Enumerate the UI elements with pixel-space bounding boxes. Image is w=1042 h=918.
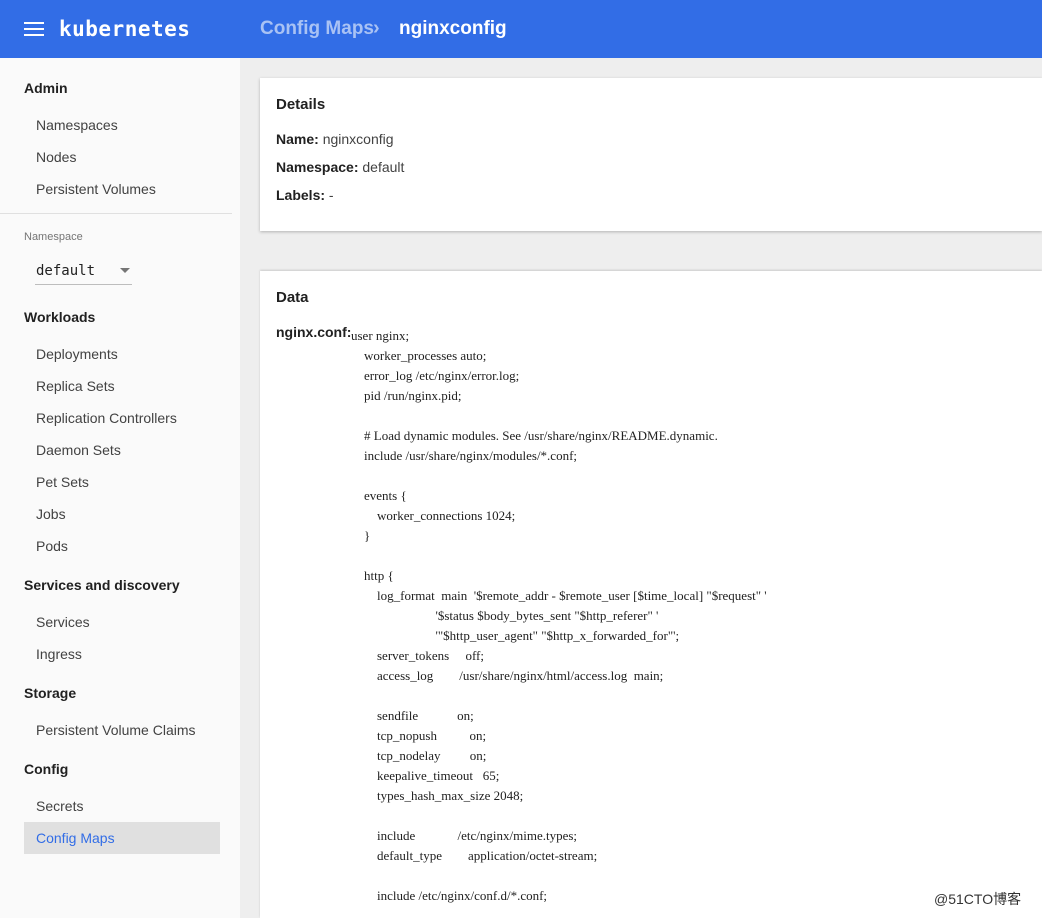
detail-labels-row: Labels: - [276, 187, 334, 203]
sidebar-item-jobs[interactable]: Jobs [24, 498, 220, 530]
sidebar-item-persistent-volumes[interactable]: Persistent Volumes [24, 173, 220, 205]
detail-namespace-label: Namespace: [276, 159, 359, 175]
detail-name-label: Name: [276, 131, 319, 147]
sidebar-item-namespaces[interactable]: Namespaces [24, 109, 220, 141]
sidebar-item-replica-sets[interactable]: Replica Sets [24, 370, 220, 402]
namespace-select[interactable]: default [35, 260, 132, 285]
sidebar-item-deployments[interactable]: Deployments [24, 338, 220, 370]
details-card: Details Name: nginxconfig Namespace: def… [260, 78, 1042, 231]
dropdown-caret-icon [120, 268, 130, 273]
details-card-title: Details [276, 96, 326, 113]
sidebar-item-ingress[interactable]: Ingress [24, 638, 220, 670]
sidebar-item-nodes[interactable]: Nodes [24, 141, 220, 173]
data-card-title: Data [276, 289, 309, 306]
sidebar-item-config-maps[interactable]: Config Maps [24, 822, 220, 854]
sidebar-item-pet-sets[interactable]: Pet Sets [24, 466, 220, 498]
sidebar-item-persistent-volume-claims[interactable]: Persistent Volume Claims [24, 714, 220, 746]
detail-name-row: Name: nginxconfig [276, 131, 394, 147]
top-app-bar: kubernetes Config Maps › nginxconfig [0, 0, 1042, 58]
watermark: @51CTO博客 [934, 891, 1022, 907]
data-card: Data nginx.conf: user nginx; worker_proc… [260, 271, 1042, 918]
hamburger-menu-icon[interactable] [24, 22, 44, 36]
sidebar-item-services[interactable]: Services [24, 606, 220, 638]
namespace-select-value: default [36, 263, 96, 279]
app-logo-text[interactable]: kubernetes [59, 17, 190, 41]
sidebar-item-secrets[interactable]: Secrets [24, 790, 220, 822]
detail-namespace-value: default [362, 159, 405, 175]
detail-name-value: nginxconfig [322, 131, 394, 147]
breadcrumb-current: nginxconfig [399, 18, 507, 39]
nav-group-services-and-discovery[interactable]: Services and discovery [24, 577, 180, 593]
detail-labels-label: Labels: [276, 187, 326, 203]
chevron-right-icon: › [373, 17, 380, 39]
detail-labels-value: - [328, 187, 334, 203]
sidebar-divider [0, 213, 232, 214]
nav-group-workloads[interactable]: Workloads [24, 309, 95, 325]
sidebar-item-replication-controllers[interactable]: Replication Controllers [24, 402, 220, 434]
breadcrumb-config-maps[interactable]: Config Maps [260, 18, 374, 40]
detail-namespace-row: Namespace: default [276, 159, 404, 175]
namespace-label: Namespace [24, 231, 83, 243]
config-key-label: nginx.conf: [276, 324, 352, 340]
nav-group-config[interactable]: Config [24, 761, 68, 777]
sidebar: Admin Namespaces Nodes Persistent Volume… [0, 58, 240, 918]
config-value-code: user nginx; worker_processes auto; error… [351, 328, 767, 903]
sidebar-item-daemon-sets[interactable]: Daemon Sets [24, 434, 220, 466]
sidebar-item-pods[interactable]: Pods [24, 530, 220, 562]
nav-group-admin[interactable]: Admin [24, 80, 68, 96]
nav-group-storage[interactable]: Storage [24, 685, 76, 701]
